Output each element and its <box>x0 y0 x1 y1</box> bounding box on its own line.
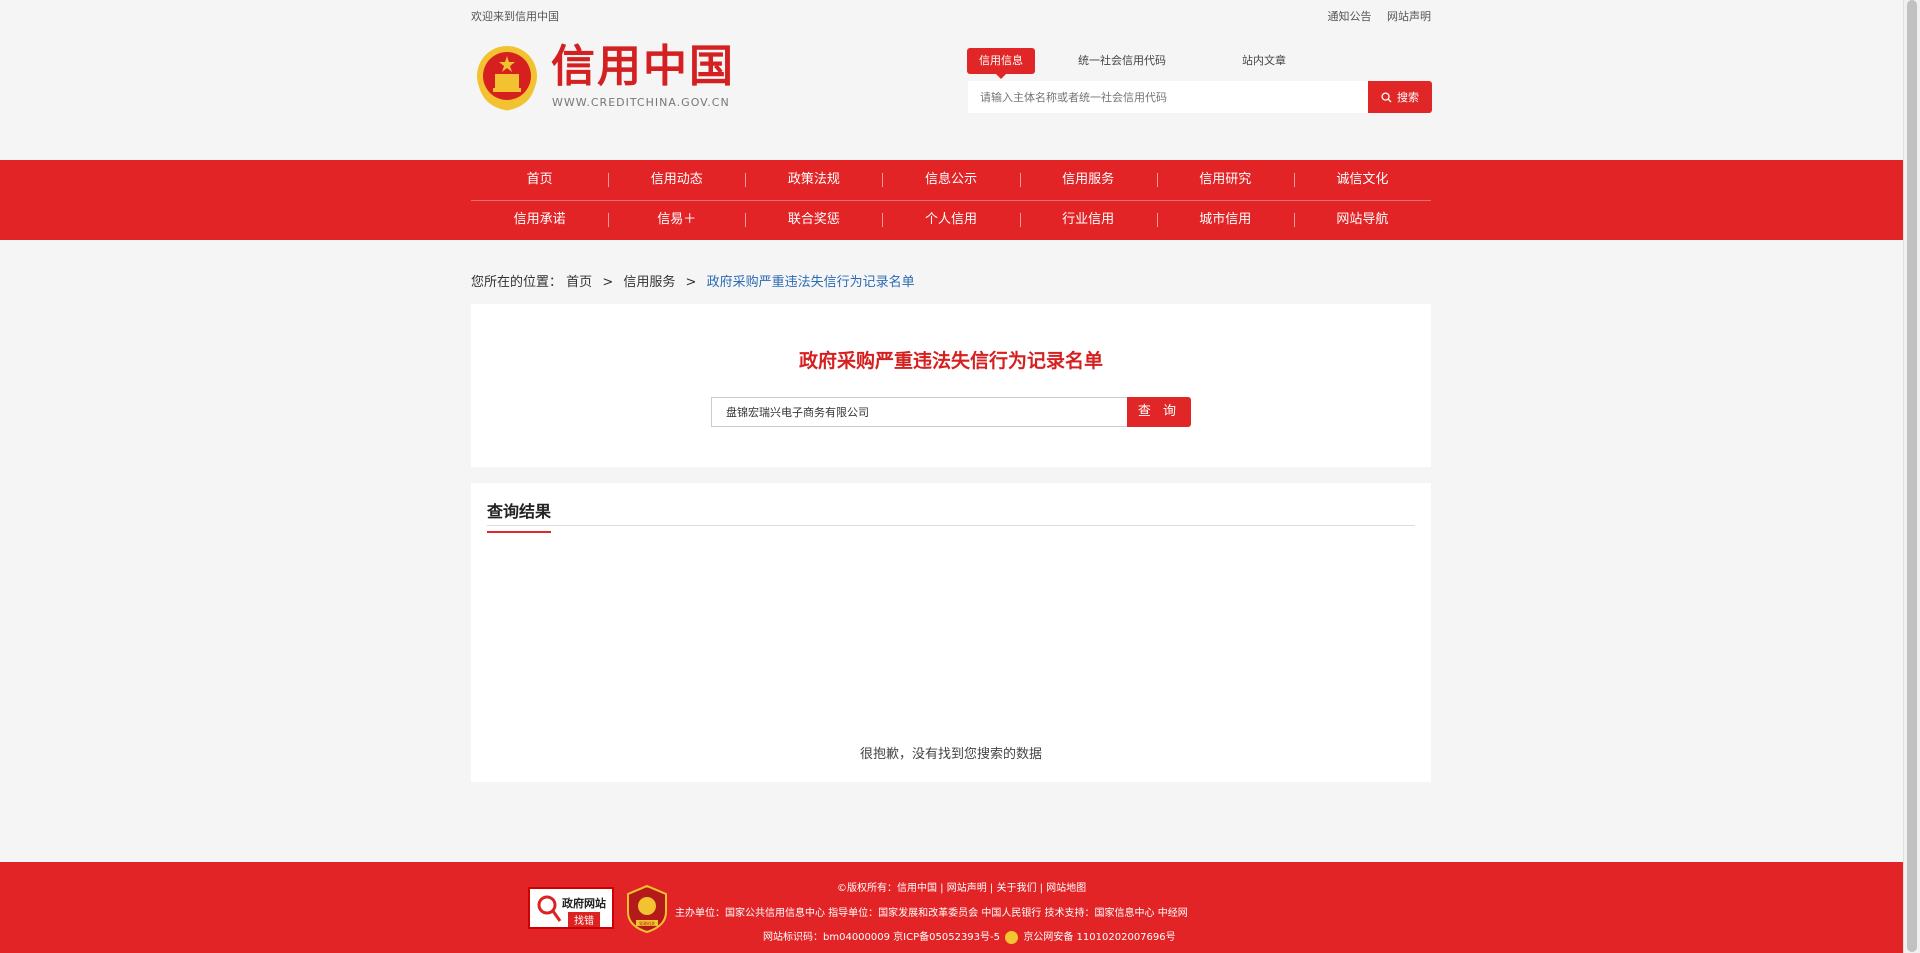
footer-registration: 网站标识码：bm04000009 京ICP备05052393号-5 京公网安备 … <box>763 928 1463 944</box>
scrollbar-thumb[interactable] <box>1907 0 1917 952</box>
breadcrumb-current[interactable]: 政府采购严重违法失信行为记录名单 <box>707 275 915 290</box>
nav-city-credit[interactable]: 城市信用 <box>1156 200 1294 240</box>
site-url: WWW.CREDITCHINA.GOV.CN <box>552 96 730 109</box>
police-emblem-icon <box>1005 930 1019 944</box>
badge2-label: 党政机关 <box>639 920 655 926</box>
nav-credit-service[interactable]: 信用服务 <box>1019 160 1157 200</box>
notice-link[interactable]: 通知公告 <box>1328 10 1372 23</box>
scrollbar[interactable] <box>1903 0 1920 953</box>
nav-integrity-culture[interactable]: 诚信文化 <box>1293 160 1431 200</box>
breadcrumb-home[interactable]: 首页 <box>566 275 592 290</box>
breadcrumb-section[interactable]: 信用服务 <box>623 275 675 290</box>
result-title: 查询结果 <box>487 498 552 533</box>
result-divider <box>487 525 1415 526</box>
nav-policy[interactable]: 政策法规 <box>745 160 882 200</box>
page-title: 政府采购严重违法失信行为记录名单 <box>798 350 1103 372</box>
nav-credit-research[interactable]: 信用研究 <box>1156 160 1294 200</box>
national-emblem-logo[interactable] <box>475 44 539 112</box>
nav-credit-news[interactable]: 信用动态 <box>608 160 745 200</box>
footer-icp: 网站标识码：bm04000009 京ICP备05052393号-5 <box>763 932 1000 943</box>
query-button[interactable]: 查 询 <box>1127 397 1191 427</box>
nav-credit-commitment[interactable]: 信用承诺 <box>471 200 608 240</box>
nav-row-1: 首页 信用动态 政策法规 信息公示 信用服务 信用研究 诚信文化 <box>471 160 1431 201</box>
nav-home[interactable]: 首页 <box>471 160 608 200</box>
nav-personal-credit[interactable]: 个人信用 <box>882 200 1019 240</box>
welcome-text: 欢迎来到信用中国 <box>471 10 559 23</box>
tab-site-articles[interactable]: 站内文章 <box>1230 48 1298 74</box>
nav-xinyi-plus[interactable]: 信易＋ <box>608 200 745 240</box>
top-links: 通知公告 网站声明 <box>1316 8 1432 24</box>
query-card: 政府采购严重违法失信行为记录名单 查 询 <box>471 304 1431 467</box>
badge-action: 找错 <box>568 912 600 927</box>
result-card: 查询结果 很抱歉，没有找到您搜索的数据 <box>471 483 1431 782</box>
tab-credit-code[interactable]: 统一社会信用代码 <box>1066 48 1178 74</box>
company-search-input[interactable] <box>711 397 1127 427</box>
header: 信用中国 WWW.CREDITCHINA.GOV.CN 信用信息 统一社会信用代… <box>471 40 1432 120</box>
nav-industry-credit[interactable]: 行业信用 <box>1019 200 1157 240</box>
breadcrumb-prefix: 您所在的位置： <box>471 275 563 290</box>
footer-security-record: 京公网安备 11010202007696号 <box>1023 932 1176 943</box>
site-search-input[interactable] <box>968 81 1368 113</box>
statement-link[interactable]: 网站声明 <box>1387 10 1431 23</box>
site-title: 信用中国 <box>551 41 735 92</box>
nav-site-guide[interactable]: 网站导航 <box>1293 200 1431 240</box>
gov-website-error-badge[interactable]: 政府网站 找错 <box>528 887 614 929</box>
search-button-label: 搜索 <box>1397 91 1419 104</box>
footer-organizers: 主办单位：国家公共信用信息中心 指导单位：国家发展和改革委员会 中国人民银行 技… <box>675 908 1188 919</box>
footer-copyright: ©版权所有：信用中国 | 网站声明 | 关于我们 | 网站地图 <box>837 883 1087 894</box>
footer: 政府网站 找错 党政机关 ©版权所有：信用中国 | 网站声明 | 关于我们 | … <box>471 862 1431 953</box>
party-gov-badge[interactable]: 党政机关 <box>626 884 668 934</box>
main-nav: 首页 信用动态 政策法规 信息公示 信用服务 信用研究 诚信文化 信用承诺 信易… <box>471 160 1431 240</box>
nav-row-2: 信用承诺 信易＋ 联合奖惩 个人信用 行业信用 城市信用 网站导航 <box>471 200 1431 240</box>
breadcrumb-separator: > <box>602 275 614 290</box>
breadcrumb: 您所在的位置： 首页 > 信用服务 > 政府采购严重违法失信行为记录名单 <box>471 271 1431 290</box>
search-icon <box>1381 91 1392 103</box>
tab-credit-info[interactable]: 信用信息 <box>967 48 1035 79</box>
nav-info-public[interactable]: 信息公示 <box>882 160 1019 200</box>
site-search-button[interactable]: 搜索 <box>1368 81 1432 113</box>
top-bar: 欢迎来到信用中国 通知公告 网站声明 <box>471 8 1431 24</box>
badge-title: 政府网站 <box>562 897 606 910</box>
nav-joint-rewards[interactable]: 联合奖惩 <box>745 200 882 240</box>
breadcrumb-separator: > <box>685 275 697 290</box>
magnifier-icon <box>537 895 562 922</box>
empty-result-message: 很抱歉，没有找到您搜索的数据 <box>859 747 1042 762</box>
